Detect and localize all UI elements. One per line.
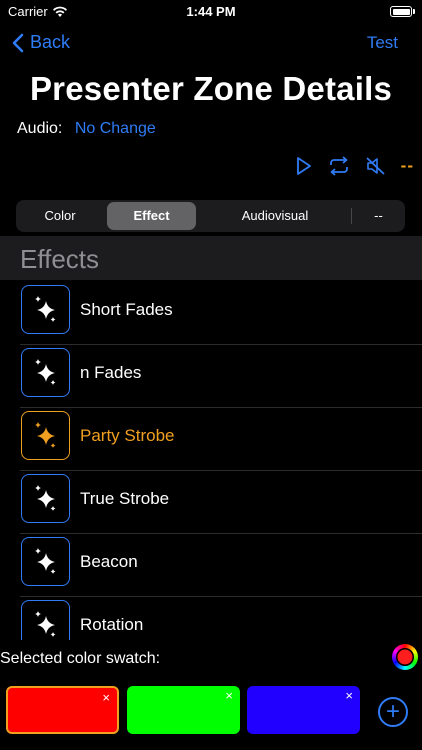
battery-cap	[413, 9, 415, 14]
back-button[interactable]: Back	[12, 32, 70, 53]
effect-label: n Fades	[80, 363, 142, 382]
speaker-muted-icon[interactable]	[365, 156, 387, 176]
effect-icon-box	[21, 411, 70, 460]
page-title: Presenter Zone Details	[29, 70, 393, 107]
sparkles-icon	[34, 295, 55, 322]
battery-icon	[390, 6, 412, 17]
remove-swatch-icon[interactable]: ×	[225, 688, 233, 703]
effect-label: Rotation	[80, 615, 144, 634]
play-icon[interactable]	[295, 156, 313, 176]
effect-icon-box	[21, 537, 70, 586]
section-title: Effects	[20, 244, 100, 274]
clock: 1:44 PM	[186, 4, 236, 19]
sparkles-icon	[34, 484, 55, 511]
audio-value-link[interactable]: No Change	[75, 120, 156, 137]
segment-effect[interactable]: Effect	[107, 202, 196, 230]
effect-icon-box	[21, 285, 70, 334]
effect-row-beacon[interactable]: Beacon	[20, 533, 422, 597]
segment-audiovisual[interactable]: Audiovisual	[198, 200, 352, 232]
effect-row-party-strobe[interactable]: Party Strobe	[20, 407, 422, 471]
sparkles-icon	[34, 421, 55, 448]
swatch-section-label: Selected color swatch:	[0, 650, 161, 667]
effect-row-short-fades[interactable]: Short Fades	[20, 281, 422, 345]
chevron-left-icon	[12, 33, 24, 52]
effect-icon-box	[21, 474, 70, 523]
color-picker-icon[interactable]	[392, 644, 418, 670]
controls-extra-label[interactable]: --	[401, 156, 414, 176]
remove-swatch-icon[interactable]: ×	[345, 688, 353, 703]
sparkles-icon	[34, 547, 55, 574]
add-swatch-button[interactable]: +	[378, 697, 408, 727]
audio-label: Audio:	[17, 120, 63, 137]
remove-swatch-icon[interactable]: ×	[102, 690, 110, 705]
color-swatch-green[interactable]: ×	[127, 686, 240, 734]
color-swatch-red[interactable]: ×	[6, 686, 119, 734]
effect-label: Party Strobe	[80, 426, 175, 445]
status-bar: Carrier 1:44 PM	[0, 0, 422, 24]
segment-color[interactable]: Color	[16, 200, 104, 232]
sparkles-icon	[34, 358, 55, 385]
repeat-icon[interactable]	[327, 156, 351, 176]
segment-more[interactable]: --	[352, 200, 405, 232]
effect-row-n-fades[interactable]: n Fades	[20, 344, 422, 408]
plus-icon: +	[385, 698, 400, 725]
effect-icon-box	[21, 348, 70, 397]
audio-row: Audio: No Change	[17, 120, 156, 138]
sparkles-icon	[34, 610, 55, 637]
effect-label: True Strobe	[80, 489, 170, 508]
effects-section-header: Effects	[0, 236, 422, 280]
back-label: Back	[30, 32, 71, 52]
effect-label: Beacon	[80, 552, 138, 571]
mode-segmented-control: Color Effect Audiovisual --	[16, 200, 405, 232]
effect-label: Short Fades	[80, 300, 173, 319]
playback-controls: --	[295, 156, 414, 176]
effect-row-true-strobe[interactable]: True Strobe	[20, 470, 422, 534]
test-button[interactable]: Test	[367, 33, 398, 53]
color-swatch-blue[interactable]: ×	[247, 686, 360, 734]
